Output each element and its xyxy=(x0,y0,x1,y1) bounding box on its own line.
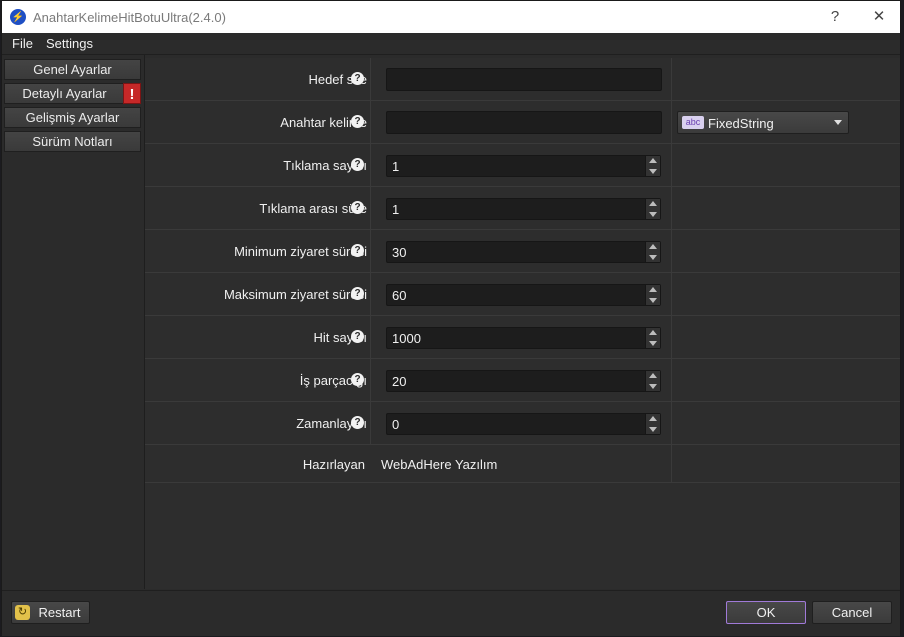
sidebar: Genel Ayarlar Detaylı Ayarlar ! Gelişmiş… xyxy=(2,55,145,589)
help-button[interactable]: ? xyxy=(825,7,845,27)
tiklama-arasi-spinbox[interactable]: 1 xyxy=(386,198,661,220)
text-type-icon: abc xyxy=(682,116,704,129)
row-hazirlayan: Hazırlayan WebAdHere Yazılım xyxy=(145,445,900,483)
close-button[interactable]: ✕ xyxy=(869,7,889,27)
spin-up-icon[interactable] xyxy=(649,201,657,206)
spin-down-icon[interactable] xyxy=(649,341,657,346)
menu-file[interactable]: File xyxy=(12,36,33,51)
warning-icon: ! xyxy=(123,83,141,104)
spin-up-icon[interactable] xyxy=(649,287,657,292)
ok-label: OK xyxy=(756,605,776,620)
help-icon[interactable]: ? xyxy=(351,330,364,343)
hazirlayan-value: WebAdHere Yazılım xyxy=(381,457,498,472)
help-icon[interactable]: ? xyxy=(351,72,364,85)
hazirlayan-label: Hazırlayan xyxy=(302,457,365,472)
row-hedef-site: Hedef site ? xyxy=(145,58,900,101)
sidebar-item-detayli-ayarlar[interactable]: Detaylı Ayarlar ! xyxy=(4,83,141,104)
row-hit-sayisi: Hit sayısı ? 1000 xyxy=(145,316,900,359)
help-icon[interactable]: ? xyxy=(351,201,364,214)
spinbox-value: 20 xyxy=(392,374,407,389)
help-icon[interactable]: ? xyxy=(351,244,364,257)
is-parcacigi-spinbox[interactable]: 20 xyxy=(386,370,661,392)
menu-settings[interactable]: Settings xyxy=(46,36,93,51)
spinbox-value: 1 xyxy=(392,159,400,174)
sidebar-item-gelismis-ayarlar[interactable]: Gelişmiş Ayarlar xyxy=(4,107,141,128)
help-icon[interactable]: ? xyxy=(351,373,364,386)
zamanlayici-spinbox[interactable]: 0 xyxy=(386,413,661,435)
menu-bar: File Settings xyxy=(2,33,900,55)
sidebar-item-surum-notlari[interactable]: Sürüm Notları xyxy=(4,131,141,152)
max-ziyaret-label: Maksimum ziyaret süresi xyxy=(223,287,367,302)
main-window: ⚡ AnahtarKelimeHitBotuUltra(2.4.0) ? ✕ F… xyxy=(1,0,901,636)
spin-up-icon[interactable] xyxy=(649,244,657,249)
spin-down-icon[interactable] xyxy=(649,298,657,303)
restart-label: Restart xyxy=(38,605,81,620)
spinbox-value: 1000 xyxy=(392,331,421,346)
row-anahtar-kelime: Anahtar kelime ? abc FixedString xyxy=(145,101,900,144)
hit-sayisi-spinbox[interactable]: 1000 xyxy=(386,327,661,349)
spin-up-icon[interactable] xyxy=(649,330,657,335)
window-title: AnahtarKelimeHitBotuUltra(2.4.0) xyxy=(33,10,226,25)
min-ziyaret-label: Minimum ziyaret süresi xyxy=(234,244,367,259)
row-max-ziyaret: Maksimum ziyaret süresi ? 60 xyxy=(145,273,900,316)
settings-form: Hedef site ? Anahtar kelime ? abc FixedS… xyxy=(145,58,900,589)
cancel-button[interactable]: Cancel xyxy=(812,601,892,624)
sidebar-item-label: Gelişmiş Ayarlar xyxy=(25,110,120,125)
spin-down-icon[interactable] xyxy=(649,212,657,217)
row-tiklama-sayisi: Tıklama sayısı ? 1 xyxy=(145,144,900,187)
keyword-mode-value: FixedString xyxy=(708,116,774,131)
spin-up-icon[interactable] xyxy=(649,158,657,163)
keyword-mode-select[interactable]: abc FixedString xyxy=(677,111,849,134)
help-icon[interactable]: ? xyxy=(351,158,364,171)
anahtar-kelime-input[interactable] xyxy=(386,111,662,134)
ok-button[interactable]: OK xyxy=(726,601,806,624)
spin-down-icon[interactable] xyxy=(649,255,657,260)
row-tiklama-arasi: Tıklama arası süre ? 1 xyxy=(145,187,900,230)
sidebar-item-label: Sürüm Notları xyxy=(32,134,113,149)
sidebar-item-label: Genel Ayarlar xyxy=(33,62,112,77)
row-min-ziyaret: Minimum ziyaret süresi ? 30 xyxy=(145,230,900,273)
sidebar-item-label: Detaylı Ayarlar xyxy=(22,86,107,101)
help-icon[interactable]: ? xyxy=(351,287,364,300)
spin-up-icon[interactable] xyxy=(649,416,657,421)
chevron-down-icon xyxy=(834,120,842,125)
tiklama-sayisi-spinbox[interactable]: 1 xyxy=(386,155,661,177)
row-is-parcacigi: İş parçacığı ? 20 xyxy=(145,359,900,402)
restart-icon: ↻ xyxy=(15,605,30,620)
spin-down-icon[interactable] xyxy=(649,427,657,432)
spinbox-value: 60 xyxy=(392,288,407,303)
spinbox-value: 1 xyxy=(392,202,400,217)
title-bar: ⚡ AnahtarKelimeHitBotuUltra(2.4.0) ? ✕ xyxy=(2,1,900,33)
spinbox-value: 0 xyxy=(392,417,400,432)
spinbox-value: 30 xyxy=(392,245,407,260)
footer-bar: ↻ Restart OK Cancel xyxy=(2,590,900,636)
restart-button[interactable]: ↻ Restart xyxy=(11,601,90,624)
row-zamanlayici: Zamanlayıcı ? 0 xyxy=(145,402,900,445)
spin-down-icon[interactable] xyxy=(649,169,657,174)
min-ziyaret-spinbox[interactable]: 30 xyxy=(386,241,661,263)
help-icon[interactable]: ? xyxy=(351,115,364,128)
cancel-label: Cancel xyxy=(831,605,873,620)
bolt-icon: ⚡ xyxy=(10,9,26,25)
help-icon[interactable]: ? xyxy=(351,416,364,429)
max-ziyaret-spinbox[interactable]: 60 xyxy=(386,284,661,306)
hedef-site-input[interactable] xyxy=(386,68,662,91)
spin-up-icon[interactable] xyxy=(649,373,657,378)
sidebar-item-genel-ayarlar[interactable]: Genel Ayarlar xyxy=(4,59,141,80)
spin-down-icon[interactable] xyxy=(649,384,657,389)
